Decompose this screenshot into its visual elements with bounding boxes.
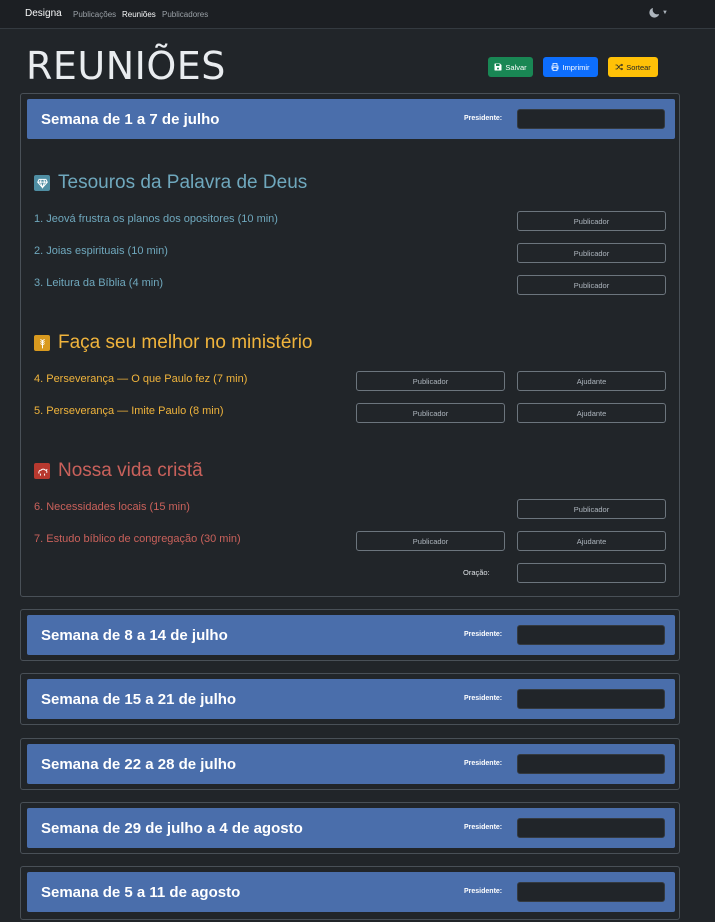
save-label: Salvar — [505, 62, 527, 72]
part-7-publisher-select[interactable]: Publicador — [356, 531, 505, 551]
part-6-label: 6. Necessidades locais (15 min) — [34, 501, 190, 513]
week-header[interactable]: Semana de 1 a 7 de julho Presidente: — [27, 99, 675, 139]
nav-link-reunioes[interactable]: Reuniões — [122, 10, 156, 19]
section-ministry-title: Faça seu melhor no ministério — [34, 332, 313, 354]
part-6-publisher-select[interactable]: Publicador — [517, 499, 666, 519]
part-2-label: 2. Joias espirituais (10 min) — [34, 245, 168, 257]
president-label: Presidente: — [464, 824, 503, 831]
brand-link[interactable]: Designa — [25, 8, 62, 19]
week-header[interactable]: Semana de 22 a 28 de julho Presidente: — [27, 744, 675, 784]
week-card-1: Semana de 1 a 7 de julho Presidente: Tes… — [20, 93, 680, 597]
nav-link-publicacoes[interactable]: Publicações — [73, 10, 116, 19]
part-5-label: 5. Perseverança — Imite Paulo (8 min) — [34, 405, 224, 417]
navbar: Designa Publicações Reuniões Publicadore… — [0, 0, 715, 29]
save-icon — [494, 63, 502, 71]
section-ministry-label: Faça seu melhor no ministério — [58, 332, 313, 353]
week-title: Semana de 1 a 7 de julho — [41, 111, 220, 128]
week-header[interactable]: Semana de 29 de julho a 4 de agosto Pres… — [27, 808, 675, 848]
chevron-down-icon: ▼ — [662, 10, 668, 16]
president-select[interactable] — [517, 689, 665, 709]
president-label: Presidente: — [464, 760, 503, 767]
week-header[interactable]: Semana de 5 a 11 de agosto Presidente: — [27, 872, 675, 912]
part-7-label: 7. Estudo bíblico de congregação (30 min… — [34, 533, 241, 545]
week-title: Semana de 29 de julho a 4 de agosto — [41, 820, 303, 837]
president-select[interactable] — [517, 109, 665, 129]
sheep-icon — [34, 463, 50, 479]
week-title: Semana de 15 a 21 de julho — [41, 691, 237, 708]
president-label: Presidente: — [464, 888, 503, 895]
week-card-5: Semana de 29 de julho a 4 de agosto Pres… — [20, 802, 680, 854]
page-title: REUNIÕES — [26, 44, 226, 88]
part-5-publisher-select[interactable]: Publicador — [356, 403, 505, 423]
nav-link-publicadores[interactable]: Publicadores — [162, 10, 208, 19]
part-3-publisher-select[interactable]: Publicador — [517, 275, 666, 295]
president-label: Presidente: — [464, 695, 503, 702]
president-select[interactable] — [517, 882, 665, 902]
printer-icon — [552, 63, 559, 71]
wheat-icon — [34, 335, 50, 351]
section-treasures-title: Tesouros da Palavra de Deus — [34, 172, 307, 194]
prayer-select[interactable] — [517, 563, 666, 583]
section-life-label: Nossa vida cristã — [58, 460, 203, 481]
draw-label: Sortear — [626, 62, 651, 72]
print-label: Imprimir — [562, 62, 590, 72]
president-label: Presidente: — [464, 115, 503, 122]
week-title: Semana de 5 a 11 de agosto — [41, 884, 241, 901]
part-4-publisher-select[interactable]: Publicador — [356, 371, 505, 391]
part-7-assistant-select[interactable]: Ajudante — [517, 531, 666, 551]
week-card-2: Semana de 8 a 14 de julho Presidente: — [20, 609, 680, 661]
week-card-6: Semana de 5 a 11 de agosto Presidente: — [20, 866, 680, 920]
president-label: Presidente: — [464, 631, 503, 638]
week-title: Semana de 8 a 14 de julho — [41, 627, 228, 644]
moon-icon — [649, 8, 659, 18]
president-select[interactable] — [517, 754, 665, 774]
shuffle-icon — [615, 63, 624, 71]
part-1-label: 1. Jeová frustra os planos dos opositore… — [34, 213, 278, 225]
save-button[interactable]: Salvar — [488, 57, 533, 77]
theme-toggle[interactable]: ▼ — [649, 8, 668, 18]
week-header[interactable]: Semana de 15 a 21 de julho Presidente: — [27, 679, 675, 719]
president-select[interactable] — [517, 625, 665, 645]
prayer-label: Oração: — [463, 568, 490, 577]
part-2-publisher-select[interactable]: Publicador — [517, 243, 666, 263]
part-4-label: 4. Perseverança — O que Paulo fez (7 min… — [34, 373, 248, 385]
week-header[interactable]: Semana de 8 a 14 de julho Presidente: — [27, 615, 675, 655]
president-select[interactable] — [517, 818, 665, 838]
week-card-4: Semana de 22 a 28 de julho Presidente: — [20, 738, 680, 790]
draw-button[interactable]: Sortear — [608, 57, 658, 77]
part-4-assistant-select[interactable]: Ajudante — [517, 371, 666, 391]
part-5-assistant-select[interactable]: Ajudante — [517, 403, 666, 423]
print-button[interactable]: Imprimir — [543, 57, 598, 77]
week-card-3: Semana de 15 a 21 de julho Presidente: — [20, 673, 680, 725]
part-3-label: 3. Leitura da Bíblia (4 min) — [34, 277, 164, 289]
week-title: Semana de 22 a 28 de julho — [41, 756, 237, 773]
section-treasures-label: Tesouros da Palavra de Deus — [58, 172, 308, 193]
section-life-title: Nossa vida cristã — [34, 460, 203, 482]
part-1-publisher-select[interactable]: Publicador — [517, 211, 666, 231]
diamond-icon — [34, 175, 50, 191]
